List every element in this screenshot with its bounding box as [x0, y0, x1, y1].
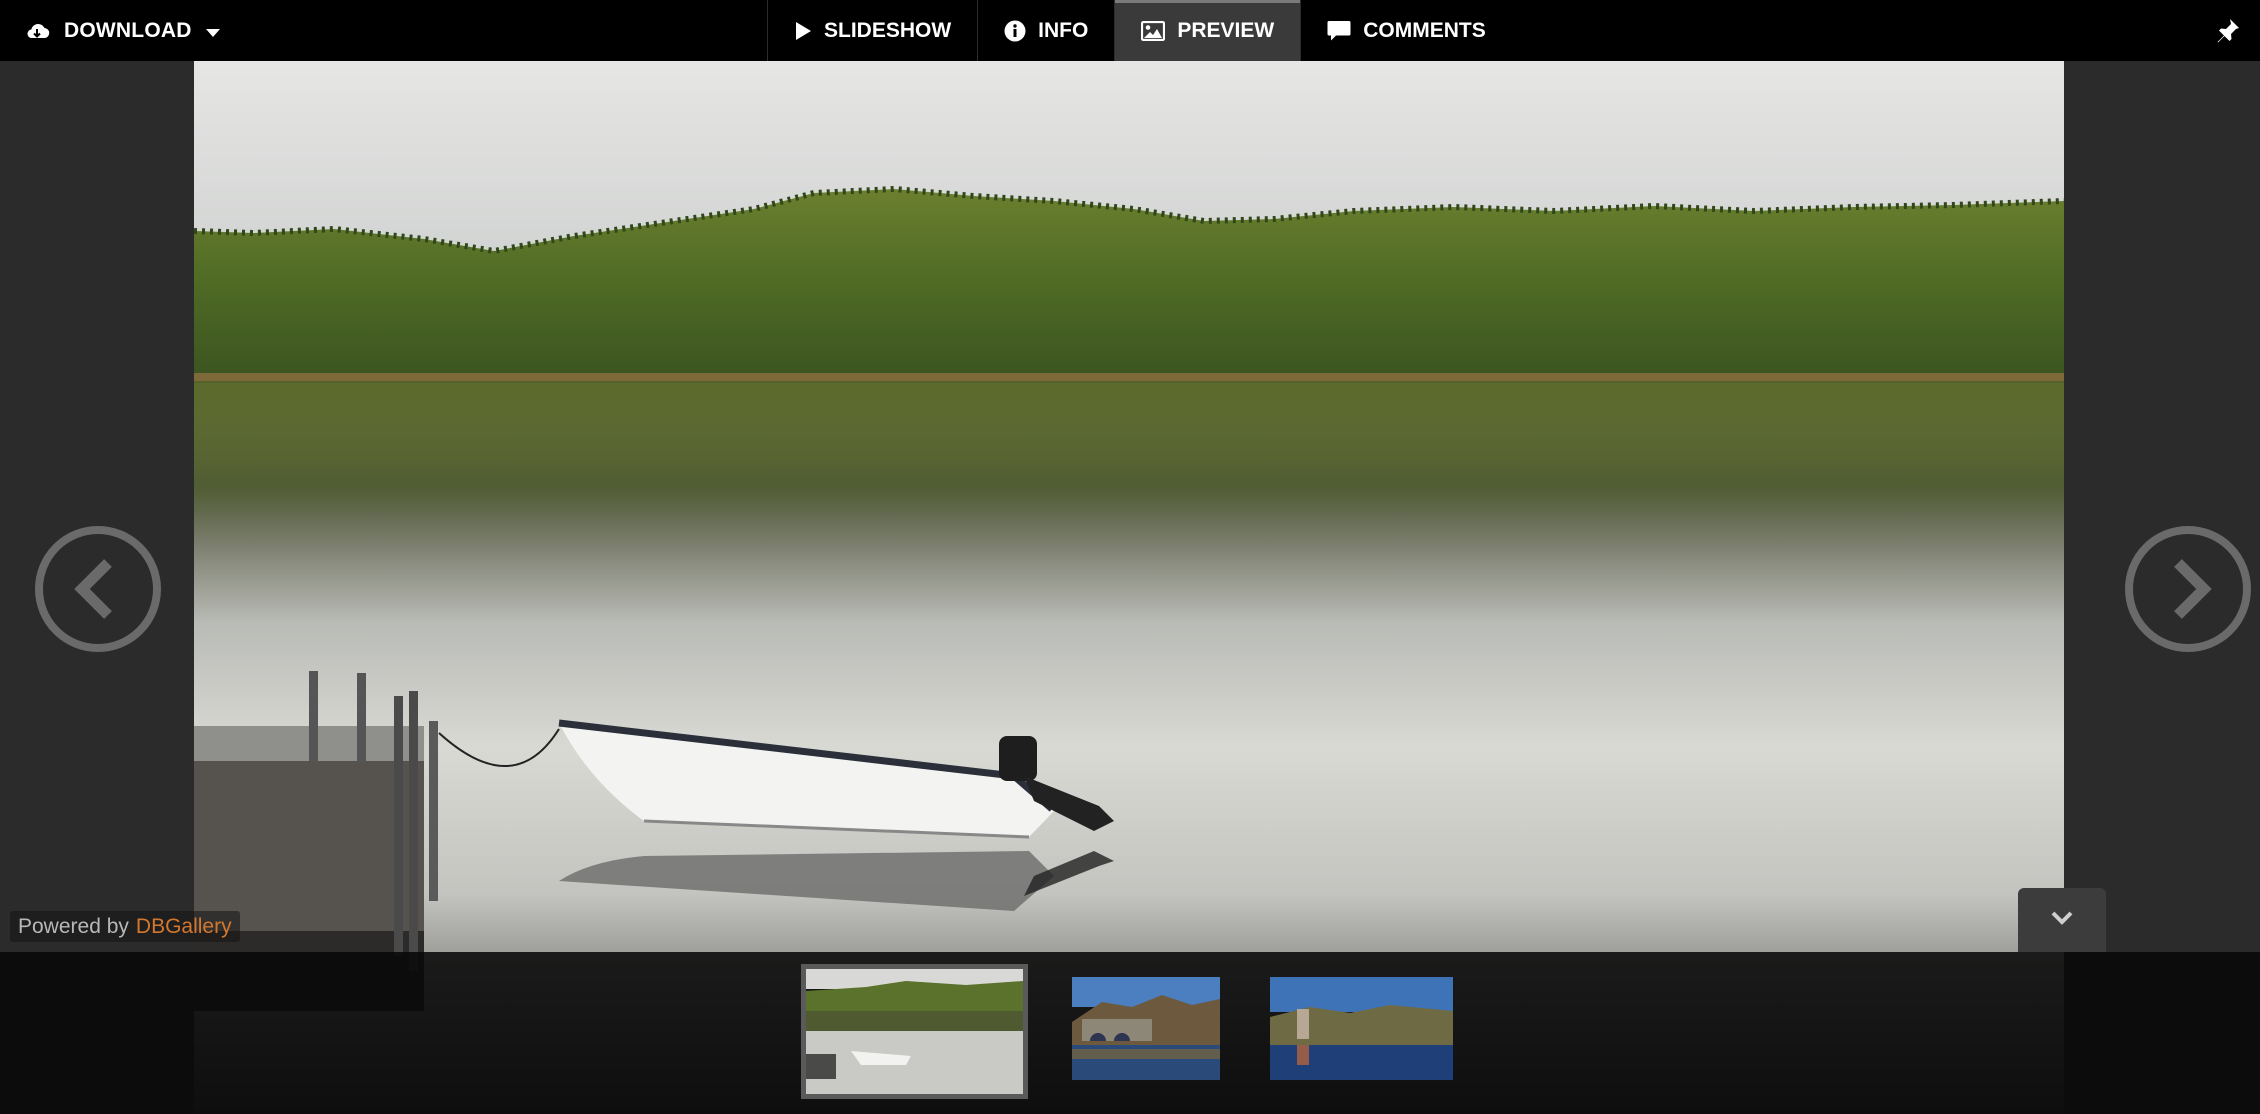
powered-by-badge: Powered by DBGallery: [10, 911, 240, 942]
thumbnail-strip: [0, 952, 2260, 1114]
top-toolbar: DOWNLOAD SLIDESHOW INFO PREVIEW COMMENTS: [0, 0, 2260, 61]
previous-image-button[interactable]: [34, 525, 162, 653]
tab-comments-label: COMMENTS: [1363, 18, 1486, 42]
next-image-button[interactable]: [2124, 525, 2252, 653]
pin-toolbar-button[interactable]: [2216, 18, 2240, 49]
chevron-left-circle-icon: [34, 526, 162, 657]
tab-info[interactable]: INFO: [977, 0, 1114, 61]
chevron-right-circle-icon: [2124, 526, 2252, 657]
tab-info-label: INFO: [1038, 18, 1089, 42]
tab-comments[interactable]: COMMENTS: [1300, 0, 1512, 61]
download-label: DOWNLOAD: [64, 18, 192, 42]
tab-preview[interactable]: PREVIEW: [1114, 0, 1301, 61]
collapse-filmstrip-button[interactable]: [2018, 888, 2106, 952]
view-tabs: SLIDESHOW INFO PREVIEW COMMENTS: [767, 0, 1512, 61]
powered-by-text: Powered by: [18, 914, 129, 938]
thumbnail-lake-boat[interactable]: [801, 964, 1028, 1099]
caret-down-icon: [205, 28, 220, 37]
pin-icon: [2216, 19, 2240, 48]
download-button[interactable]: DOWNLOAD: [24, 0, 220, 61]
comment-icon: [1327, 20, 1363, 42]
play-icon: [794, 21, 824, 41]
tab-slideshow-label: SLIDESHOW: [824, 18, 952, 42]
thumbnail-stone-bridge[interactable]: [1072, 977, 1220, 1080]
info-icon: [1004, 20, 1038, 42]
cloud-download-icon: [24, 20, 50, 42]
chevron-down-icon: [2050, 910, 2074, 931]
dbgallery-link[interactable]: DBGallery: [136, 915, 232, 939]
thumbnail-tower-ruin[interactable]: [1270, 977, 1453, 1080]
tab-slideshow[interactable]: SLIDESHOW: [767, 0, 977, 61]
image-icon: [1141, 20, 1177, 41]
tab-preview-label: PREVIEW: [1177, 18, 1275, 42]
